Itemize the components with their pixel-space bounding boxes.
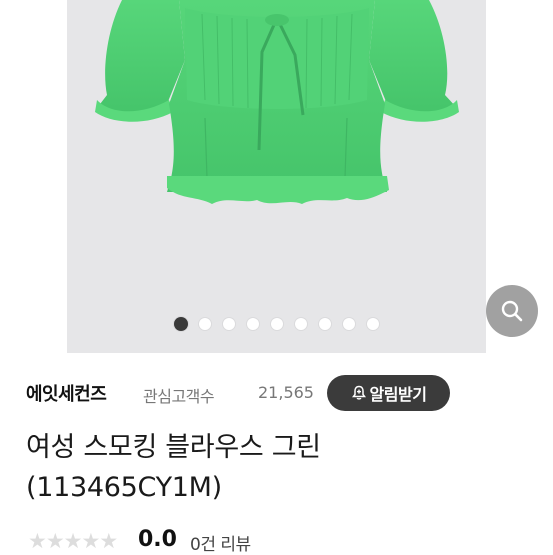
gallery-dot[interactable] [318, 318, 331, 330]
star-icon: ★ [99, 529, 118, 553]
seller-row: 에잇세컨즈 관심고객수 21,565 알림받기 [26, 375, 526, 413]
gallery-dot[interactable] [222, 318, 235, 330]
star-icon: ★ [63, 529, 83, 553]
gallery-dot[interactable] [294, 318, 307, 330]
review-count-link[interactable]: 0건 리뷰 [190, 530, 251, 555]
blouse-illustration [95, 0, 459, 204]
fans-count: 21,565 [258, 383, 314, 402]
gallery-dot[interactable] [366, 318, 379, 330]
zoom-button[interactable] [486, 285, 538, 337]
product-image[interactable] [67, 0, 486, 353]
gallery-pagination [67, 317, 486, 333]
rating-score: 0.0 [138, 527, 177, 552]
gallery-dot[interactable] [246, 318, 259, 330]
star-icon: ★ [45, 529, 65, 553]
brand-name[interactable]: 에잇세컨즈 [26, 380, 107, 406]
product-title: 여성 스모킹 블라우스 그린 (113465CY1M) [26, 428, 526, 508]
rating-stars: ★★★★★ [28, 529, 118, 553]
star-icon: ★ [81, 529, 100, 553]
rating-row[interactable]: ★★★★★ 0.0 0건 리뷰 [26, 527, 526, 555]
product-title-line2: (113465CY1M) [26, 472, 222, 503]
gallery-dot[interactable] [342, 318, 355, 330]
gallery-dot[interactable] [198, 318, 211, 330]
search-icon [501, 300, 523, 322]
gallery-dot[interactable] [173, 317, 188, 331]
alarm-label: 알림받기 [369, 385, 427, 404]
fans-label: 관심고객수 [143, 387, 215, 406]
star-icon: ★ [28, 529, 47, 553]
alarm-subscribe-button[interactable]: 알림받기 [327, 375, 450, 411]
gallery-dot[interactable] [270, 318, 283, 330]
bell-plus-icon [351, 385, 367, 401]
product-title-line1: 여성 스모킹 블라우스 그린 [26, 432, 321, 463]
